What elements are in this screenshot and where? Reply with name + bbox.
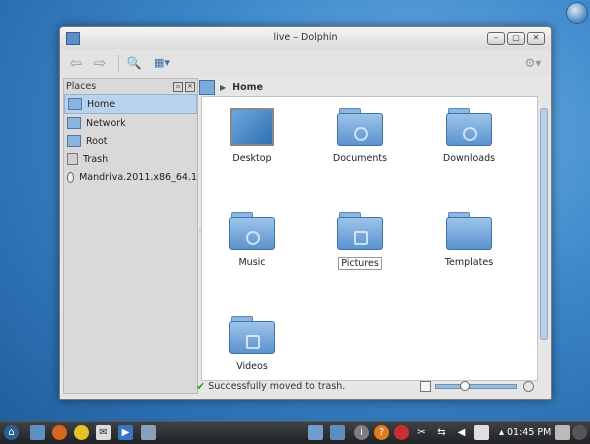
file-item-videos[interactable]: Videos: [212, 316, 292, 372]
usb-icon[interactable]: ⇆: [434, 425, 449, 440]
taskbar: ⌂ ✉ ▶ i ? ✂ ⇆ ◀ ▴ 01:45 PM: [0, 421, 590, 444]
zoom-reset-icon[interactable]: [523, 381, 534, 392]
search-icon[interactable]: 🔍: [124, 53, 144, 73]
file-item-desktop[interactable]: Desktop: [212, 108, 292, 164]
minimize-button[interactable]: –: [487, 32, 505, 45]
panel-toolbox-icon[interactable]: [572, 425, 587, 440]
file-item-pictures[interactable]: Pictures: [320, 212, 400, 270]
mail-icon[interactable]: ✉: [96, 425, 111, 440]
status-bar: ✔ Successfully moved to trash.: [196, 377, 548, 395]
file-label: Downloads: [442, 153, 496, 164]
places-panel: Places ▫ ✕ Home Network Root Trash Mandr…: [63, 78, 198, 394]
places-item-network[interactable]: Network: [64, 114, 197, 132]
breadcrumb-home[interactable]: Home: [232, 82, 263, 93]
breadcrumb-arrow-icon[interactable]: ▶: [220, 83, 226, 92]
file-item-music[interactable]: Music: [212, 212, 292, 268]
panel-splitter[interactable]: ⋮: [196, 227, 204, 241]
network-folder-icon: [67, 117, 81, 129]
zoom-out-icon[interactable]: [420, 381, 431, 392]
places-item-label: Trash: [83, 153, 109, 165]
documents-folder-icon: [337, 108, 383, 146]
templates-folder-icon: [446, 212, 492, 250]
toolbar: ⇦ ⇨ 🔍 ▦▾ ⚙▾: [60, 49, 551, 77]
clock[interactable]: 01:45 PM: [507, 427, 551, 438]
dolphin-task-icon[interactable]: [330, 425, 345, 440]
file-label: Templates: [444, 257, 494, 268]
dolphin-window: live – Dolphin – ▢ ✕ ⇦ ⇨ 🔍 ▦▾ ⚙▾ Places …: [59, 26, 552, 400]
places-item-disk[interactable]: Mandriva.2011.x86_64.1: [64, 168, 197, 186]
file-label: Videos: [236, 361, 268, 372]
places-item-trash[interactable]: Trash: [64, 150, 197, 168]
folder-task-icon[interactable]: [308, 425, 323, 440]
check-icon: ✔: [196, 379, 206, 393]
launcher-icon[interactable]: ⌂: [4, 425, 19, 440]
titlebar[interactable]: live – Dolphin – ▢ ✕: [60, 27, 551, 49]
back-icon[interactable]: ⇦: [66, 53, 86, 73]
updates-icon[interactable]: [394, 425, 409, 440]
file-label: Documents: [332, 153, 388, 164]
zoom-control: [420, 381, 534, 392]
toolbar-separator: [118, 55, 119, 72]
maximize-button[interactable]: ▢: [507, 32, 525, 45]
chat-icon[interactable]: [74, 425, 89, 440]
trash-icon: [67, 153, 78, 165]
file-item-documents[interactable]: Documents: [320, 108, 400, 164]
trash-applet-icon[interactable]: [555, 425, 570, 440]
zoom-slider-handle[interactable]: [460, 381, 470, 391]
zoom-slider[interactable]: [435, 381, 517, 391]
breadcrumb: ▶ Home: [199, 79, 548, 96]
disk-icon: [67, 171, 75, 183]
firefox-icon[interactable]: [52, 425, 67, 440]
vertical-scrollbar[interactable]: [538, 96, 548, 379]
root-folder-icon: [67, 135, 81, 147]
system-settings-icon[interactable]: [141, 425, 156, 440]
file-item-templates[interactable]: Templates: [429, 212, 509, 268]
desktop-folder-icon: [230, 108, 274, 146]
places-item-home[interactable]: Home: [64, 94, 197, 114]
places-item-root[interactable]: Root: [64, 132, 197, 150]
file-label: Music: [238, 257, 266, 268]
panel-close-button[interactable]: ✕: [185, 81, 195, 92]
volume-icon[interactable]: ◀: [454, 425, 469, 440]
downloads-folder-icon: [446, 108, 492, 146]
panel-float-button[interactable]: ▫: [173, 81, 183, 92]
network-status-icon[interactable]: [474, 425, 489, 440]
places-item-label: Network: [86, 117, 126, 129]
music-folder-icon: [229, 212, 275, 250]
settings-icon[interactable]: ⚙▾: [520, 53, 546, 73]
places-item-label: Mandriva.2011.x86_64.1: [79, 171, 197, 183]
places-item-label: Home: [87, 98, 116, 110]
file-view: Desktop Documents Downloads Music Pictur…: [201, 96, 538, 381]
file-item-downloads[interactable]: Downloads: [429, 108, 509, 164]
pictures-folder-icon: [337, 212, 383, 250]
videos-folder-icon: [229, 316, 275, 354]
places-item-label: Root: [86, 135, 108, 147]
places-header: Places ▫ ✕: [64, 79, 197, 94]
status-message: Successfully moved to trash.: [208, 380, 346, 392]
file-label: Pictures: [338, 257, 382, 270]
desktop-corner-button[interactable]: [566, 2, 588, 24]
forward-icon[interactable]: ⇨: [90, 53, 110, 73]
window-title: live – Dolphin: [273, 32, 338, 43]
scissors-icon[interactable]: ✂: [414, 425, 429, 440]
help-icon[interactable]: ?: [374, 425, 389, 440]
home-icon[interactable]: [199, 80, 215, 95]
media-player-icon[interactable]: ▶: [118, 425, 133, 440]
info-icon[interactable]: i: [354, 425, 369, 440]
places-title: Places: [66, 81, 97, 92]
file-label: Desktop: [232, 153, 272, 164]
view-mode-icon[interactable]: ▦▾: [150, 53, 174, 73]
home-folder-icon: [68, 98, 82, 110]
scrollbar-thumb[interactable]: [540, 108, 548, 340]
file-manager-icon[interactable]: [30, 425, 45, 440]
close-button[interactable]: ✕: [527, 32, 545, 45]
